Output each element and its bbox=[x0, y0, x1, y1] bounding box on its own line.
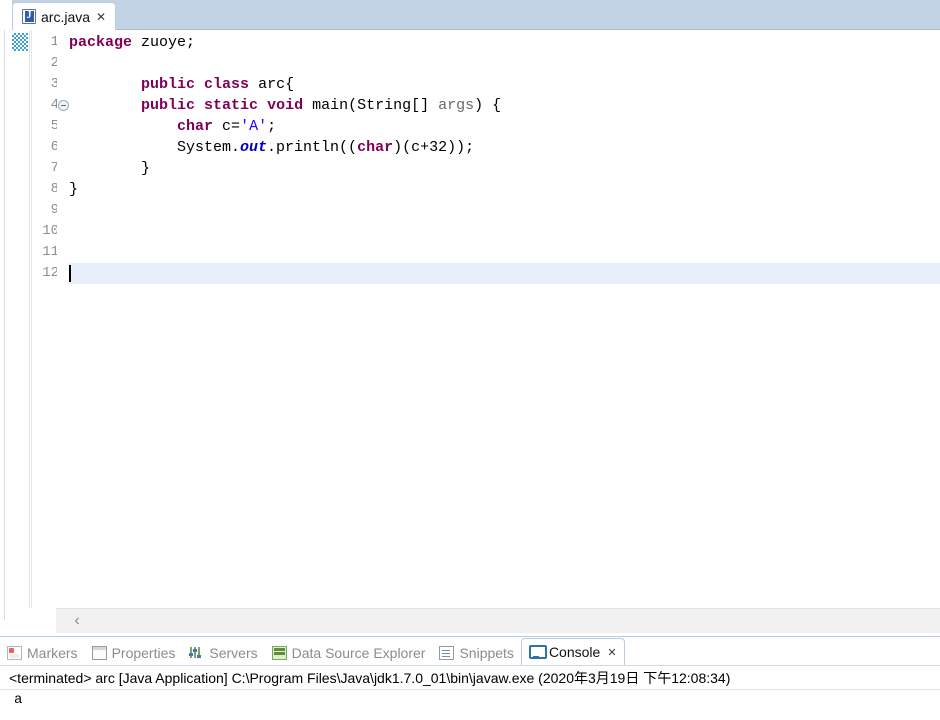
chevron-left-icon[interactable]: ‹ bbox=[57, 608, 97, 633]
view-tab-properties[interactable]: Properties bbox=[85, 640, 183, 665]
window-left-edge bbox=[0, 0, 12, 636]
view-tab-label: Markers bbox=[27, 644, 78, 661]
code-token-prm: args bbox=[438, 97, 475, 114]
code-token-kw: static bbox=[204, 97, 259, 114]
snippets-icon bbox=[439, 645, 455, 660]
code-line[interactable]: public class arc{ bbox=[69, 74, 940, 95]
markers-icon bbox=[7, 645, 22, 660]
code-token-plain: )(c+32)); bbox=[393, 139, 475, 156]
code-token-plain: arc{ bbox=[249, 76, 295, 93]
code-line[interactable] bbox=[69, 53, 940, 74]
code-token-plain: } bbox=[69, 160, 151, 177]
code-text-area[interactable]: package zuoye; public class arc{ public … bbox=[69, 30, 940, 608]
view-tab-label: Snippets bbox=[459, 644, 514, 661]
annotation-ruler[interactable] bbox=[12, 30, 30, 608]
code-token-plain: .println(( bbox=[267, 139, 358, 156]
code-token-kw: class bbox=[204, 76, 250, 93]
console-divider bbox=[0, 689, 940, 690]
code-token-kw: public bbox=[141, 97, 196, 114]
code-line[interactable]: public static void main(String[] args) { bbox=[69, 95, 940, 116]
editor-horizontal-scrollbar[interactable]: ‹ bbox=[12, 608, 940, 636]
code-token-fld: out bbox=[240, 139, 268, 156]
code-token-plain: main(String[] bbox=[303, 97, 439, 114]
servers-icon bbox=[189, 646, 204, 660]
view-tab-data-source-explorer[interactable]: Data Source Explorer bbox=[265, 640, 433, 665]
view-tab-label: Console bbox=[548, 644, 601, 660]
view-tab-console[interactable]: Console ✕ bbox=[520, 638, 625, 665]
code-line[interactable]: package zuoye; bbox=[69, 32, 940, 53]
line-number: 6 bbox=[50, 139, 59, 155]
code-token-plain: } bbox=[69, 181, 79, 198]
line-number-ruler: 1 2 3 4 5 6 7 8 9 10 11 12 bbox=[33, 30, 59, 608]
line-number: 7 bbox=[50, 160, 59, 176]
line-number: 2 bbox=[50, 55, 59, 71]
code-token-kw: char bbox=[177, 118, 214, 135]
editor-tab-arc-java[interactable]: arc.java ✕ bbox=[12, 2, 117, 30]
code-token-plain: System. bbox=[69, 139, 241, 156]
view-tab-markers[interactable]: Markers bbox=[0, 640, 85, 665]
data-source-explorer-icon bbox=[271, 645, 287, 660]
hscroll-track[interactable] bbox=[56, 608, 940, 633]
line-number: 5 bbox=[50, 118, 59, 134]
code-token-plain: ; bbox=[267, 118, 277, 135]
properties-icon bbox=[91, 645, 107, 660]
code-line[interactable]: } bbox=[69, 158, 940, 179]
console-view[interactable]: <terminated> arc [Java Application] C:\P… bbox=[0, 665, 940, 720]
close-icon[interactable]: ✕ bbox=[95, 11, 106, 23]
close-icon[interactable]: ✕ bbox=[605, 646, 616, 659]
code-line[interactable]: System.out.println((char)(c+32)); bbox=[69, 137, 940, 158]
line-number: 11 bbox=[42, 244, 59, 260]
change-annotation-marker bbox=[12, 33, 28, 51]
code-token-plain: zuoye; bbox=[132, 34, 196, 51]
console-process-header: <terminated> arc [Java Application] C:\P… bbox=[9, 670, 731, 686]
code-token-kw: void bbox=[267, 97, 304, 114]
editor-tab-bar: arc.java ✕ bbox=[12, 0, 940, 30]
gutter-divider bbox=[31, 30, 32, 608]
view-tab-label: Data Source Explorer bbox=[291, 644, 426, 661]
line-number: 9 bbox=[50, 202, 59, 218]
code-line[interactable]: char c='A'; bbox=[69, 116, 940, 137]
console-icon bbox=[528, 645, 547, 659]
code-token-plain: c= bbox=[213, 118, 241, 135]
view-tab-servers[interactable]: Servers bbox=[182, 640, 264, 665]
code-token-plain: ) { bbox=[474, 97, 502, 114]
line-number: 12 bbox=[42, 265, 59, 281]
line-number: 10 bbox=[42, 223, 59, 239]
fold-collapse-icon[interactable] bbox=[58, 100, 69, 111]
code-line[interactable]: } bbox=[69, 179, 940, 200]
code-editor[interactable]: 1 2 3 4 5 6 7 8 9 10 11 12 package zuoye; public cl… bbox=[12, 30, 940, 608]
code-line[interactable] bbox=[69, 242, 940, 263]
line-number: 4 bbox=[50, 97, 59, 113]
code-line[interactable] bbox=[69, 200, 940, 221]
view-tab-label: Properties bbox=[111, 644, 176, 661]
code-line[interactable] bbox=[69, 221, 940, 242]
bottom-view-panel: Markers Properties Servers Data Source Expl… bbox=[0, 636, 940, 720]
line-number: 1 bbox=[50, 34, 59, 50]
code-token-str: 'A' bbox=[240, 118, 268, 135]
code-token-kw: package bbox=[69, 34, 133, 51]
view-tab-bar: Markers Properties Servers Data Source Expl… bbox=[0, 637, 940, 665]
view-tab-label: Servers bbox=[209, 644, 258, 661]
editor-tab-label: arc.java bbox=[41, 8, 91, 25]
console-output-text: a bbox=[14, 692, 23, 708]
text-caret bbox=[69, 265, 71, 282]
line-number: 3 bbox=[50, 76, 59, 92]
java-file-icon bbox=[22, 9, 36, 24]
code-token-kw: char bbox=[357, 139, 394, 156]
line-number: 8 bbox=[50, 181, 59, 197]
code-token-kw: public bbox=[141, 76, 196, 93]
view-tab-snippets[interactable]: Snippets bbox=[432, 640, 520, 665]
code-line[interactable] bbox=[69, 263, 940, 284]
eclipse-window: arc.java ✕ 123456789101112 package zuoye… bbox=[0, 0, 940, 720]
